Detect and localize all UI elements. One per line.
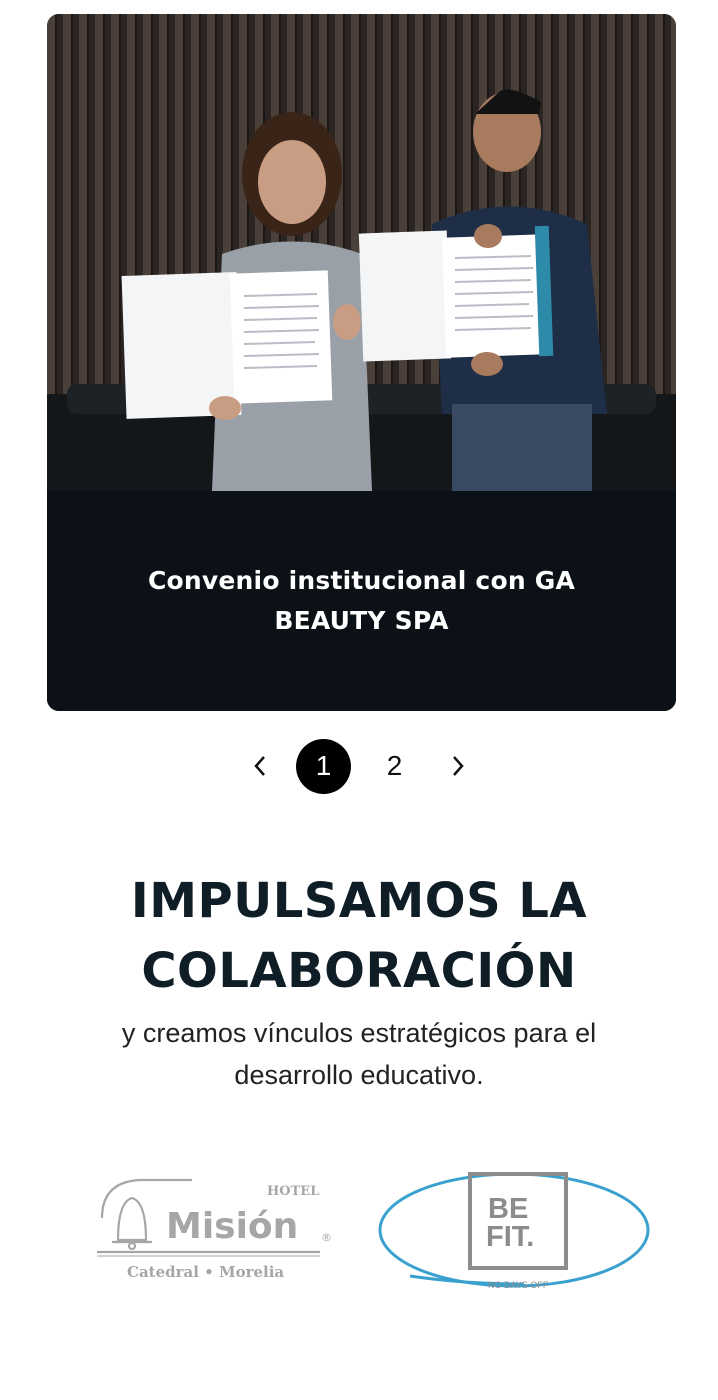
section-subheading: y creamos vínculos estratégicos para el … [121, 1018, 597, 1090]
news-card[interactable]: Convenio institucional con GA BEAUTY SPA [47, 14, 676, 711]
mision-logo-hotel: HOTEL [267, 1184, 319, 1199]
mision-logo-name: Misión [166, 1206, 298, 1247]
pagination: 1 2 [0, 738, 718, 794]
page-2-button[interactable]: 2 [367, 739, 422, 794]
befit-logo-fit: FIT. [486, 1221, 534, 1253]
hotel-mision-logo[interactable]: HOTEL Misión ® Catedral • Morelia [92, 1168, 340, 1286]
chevron-right-icon[interactable] [438, 746, 478, 786]
section-heading-line1: IMPULSAMOS LA [130, 873, 588, 929]
chevron-left-icon[interactable] [240, 746, 280, 786]
befit-logo-tagline: NO DAYS OFF [488, 1280, 549, 1290]
mision-logo-registered: ® [321, 1231, 332, 1244]
news-card-title[interactable]: Convenio institucional con GA BEAUTY SPA [127, 561, 596, 641]
news-card-photo [47, 14, 676, 491]
mision-logo-location: Catedral • Morelia [127, 1263, 284, 1281]
news-card-caption-panel: Convenio institucional con GA BEAUTY SPA [47, 491, 676, 711]
page-1-button[interactable]: 1 [296, 738, 351, 794]
section-heading: IMPULSAMOS LA COLABORACIÓN [0, 866, 718, 1006]
befit-logo[interactable]: BE FIT. NO DAYS OFF [374, 1166, 654, 1294]
section-heading-line2: COLABORACIÓN [141, 943, 577, 999]
